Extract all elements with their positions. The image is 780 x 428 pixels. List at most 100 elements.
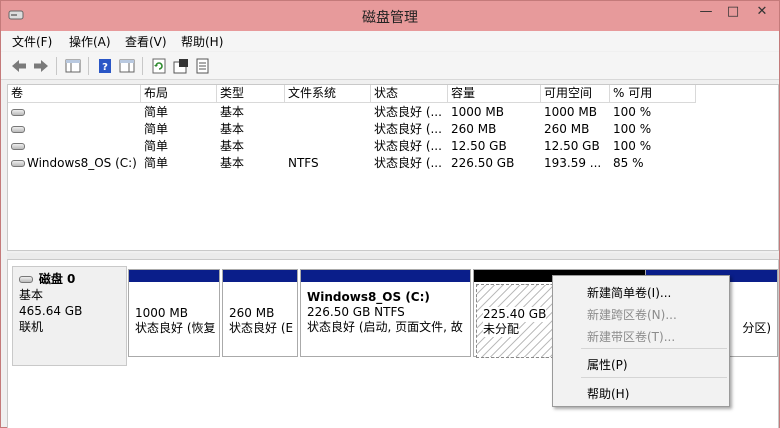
disk-name: 磁盘 0 xyxy=(38,272,76,286)
disk-icon xyxy=(19,276,33,283)
partition-status: 状态良好 (E xyxy=(229,321,294,335)
disk-title: 磁盘 0 xyxy=(19,271,120,287)
volume-name-cell xyxy=(8,104,141,121)
percent-free-cell: 100 % xyxy=(613,105,652,119)
drive-icon xyxy=(11,109,25,116)
menu-action[interactable]: 操作(A) xyxy=(69,33,111,50)
layout-cell: 简单 xyxy=(144,156,169,170)
percent-free-cell: 100 % xyxy=(613,122,652,136)
properties-icon[interactable] xyxy=(172,57,190,75)
title-bar[interactable]: 磁盘管理 — □ ✕ xyxy=(1,1,779,31)
context-menu-separator xyxy=(581,377,727,378)
volume-name-cell: Windows8_OS (C:) xyxy=(8,155,141,172)
column-header-layout[interactable]: 布局 xyxy=(141,85,217,103)
context-menu-new-simple-volume[interactable]: 新建简单卷(I)... xyxy=(587,284,671,301)
table-row[interactable]: 简单 基本 状态良好 (... 12.50 GB 12.50 GB 100 % xyxy=(8,138,778,155)
partition-header-bar xyxy=(301,270,470,282)
console-tree-icon[interactable] xyxy=(64,57,82,75)
svg-text:?: ? xyxy=(102,62,108,73)
column-header-percent-free[interactable]: % 可用 xyxy=(610,85,696,103)
table-row[interactable]: 简单 基本 状态良好 (... 260 MB 260 MB 100 % xyxy=(8,121,778,138)
volume-name: Windows8_OS (C:) xyxy=(27,156,137,170)
partition-status: 状态良好 (恢复 xyxy=(135,321,216,335)
refresh-icon[interactable] xyxy=(150,57,168,75)
close-button[interactable]: ✕ xyxy=(747,1,777,23)
drive-icon xyxy=(11,143,25,150)
minimize-button[interactable]: — xyxy=(691,1,721,23)
partition-status: 未分配 xyxy=(483,322,520,337)
toolbar-separator xyxy=(142,57,143,75)
drive-icon xyxy=(11,160,25,167)
partition-windows-c[interactable]: Windows8_OS (C:) 226.50 GB NTFS 状态良好 (启动… xyxy=(300,269,471,357)
column-header-status[interactable]: 状态 xyxy=(371,85,448,103)
disk-label[interactable]: 磁盘 0 基本 465.64 GB 联机 xyxy=(12,266,127,366)
type-cell: 基本 xyxy=(220,139,245,153)
volume-name-cell xyxy=(8,138,141,155)
context-menu-new-striped-volume[interactable]: 新建带区卷(T)... xyxy=(587,328,675,345)
column-header-volume[interactable]: 卷 xyxy=(8,85,141,103)
partition-status: 状态良好 (启动, 页面文件, 故 xyxy=(307,320,463,334)
capacity-cell: 260 MB xyxy=(451,122,497,136)
context-menu-properties[interactable]: 属性(P) xyxy=(587,356,628,373)
menu-help[interactable]: 帮助(H) xyxy=(181,33,223,50)
context-menu-new-spanned-volume[interactable]: 新建跨区卷(N)... xyxy=(587,306,677,323)
percent-free-cell: 85 % xyxy=(613,156,644,170)
type-cell: 基本 xyxy=(220,122,245,136)
partition-size: 260 MB xyxy=(229,306,275,320)
disk-type: 基本 xyxy=(19,288,44,302)
disk-size: 465.64 GB xyxy=(19,304,83,318)
context-menu-separator xyxy=(581,348,727,349)
layout-cell: 简单 xyxy=(144,105,169,119)
type-cell: 基本 xyxy=(220,156,245,170)
toolbar-separator xyxy=(56,57,57,75)
forward-icon[interactable] xyxy=(32,57,50,75)
drive-icon xyxy=(11,126,25,133)
rescan-icon[interactable] xyxy=(194,57,212,75)
partition-header-bar xyxy=(129,270,219,282)
column-header-filesystem[interactable]: 文件系统 xyxy=(285,85,371,103)
free-space-cell: 193.59 ... xyxy=(544,156,602,170)
partition-size: 1000 MB xyxy=(135,306,188,320)
column-header-free-space[interactable]: 可用空间 xyxy=(541,85,610,103)
filesystem-cell xyxy=(285,104,371,121)
table-row[interactable]: 简单 基本 状态良好 (... 1000 MB 1000 MB 100 % xyxy=(8,104,778,121)
help-icon[interactable]: ? xyxy=(96,57,114,75)
partition-efi[interactable]: 260 MB 状态良好 (E xyxy=(222,269,298,357)
layout-cell: 简单 xyxy=(144,122,169,136)
disk-management-window: 磁盘管理 — □ ✕ 文件(F) 操作(A) 查看(V) 帮助(H) ? 卷 布… xyxy=(0,0,780,428)
status-cell: 状态良好 (... xyxy=(374,122,442,136)
partition-recovery[interactable]: 1000 MB 状态良好 (恢复 xyxy=(128,269,220,357)
capacity-cell: 12.50 GB xyxy=(451,139,507,153)
back-icon[interactable] xyxy=(10,57,28,75)
column-header-capacity[interactable]: 容量 xyxy=(448,85,541,103)
toolbar-separator xyxy=(88,57,89,75)
context-menu: 新建简单卷(I)... 新建跨区卷(N)... 新建带区卷(T)... 属性(P… xyxy=(552,275,730,407)
disk-status: 联机 xyxy=(19,320,44,334)
partition-header-bar xyxy=(223,270,297,282)
type-cell: 基本 xyxy=(220,105,245,119)
partition-body: 260 MB 状态良好 (E xyxy=(223,282,297,336)
partition-name: Windows8_OS (C:) xyxy=(307,290,430,304)
table-row[interactable]: Windows8_OS (C:) 简单 基本 NTFS 状态良好 (... 22… xyxy=(8,155,778,172)
status-cell: 状态良好 (... xyxy=(374,139,442,153)
maximize-button[interactable]: □ xyxy=(718,1,748,23)
volume-list: 卷 布局 类型 文件系统 状态 容量 可用空间 % 可用 简单 基本 状态良好 … xyxy=(7,84,779,251)
percent-free-cell: 100 % xyxy=(613,139,652,153)
free-space-cell: 260 MB xyxy=(544,122,590,136)
filesystem-cell: NTFS xyxy=(288,156,319,170)
free-space-cell: 12.50 GB xyxy=(544,139,600,153)
filesystem-cell xyxy=(285,121,371,138)
free-space-cell: 1000 MB xyxy=(544,105,597,119)
partition-body: 1000 MB 状态良好 (恢复 xyxy=(129,282,219,336)
partition-size: 226.50 GB NTFS xyxy=(307,305,405,319)
context-menu-help[interactable]: 帮助(H) xyxy=(587,385,629,402)
filesystem-cell xyxy=(285,138,371,155)
menu-file[interactable]: 文件(F) xyxy=(12,33,52,50)
menu-bar: 文件(F) 操作(A) 查看(V) 帮助(H) xyxy=(1,31,779,51)
partition-size: 225.40 GB xyxy=(483,307,547,322)
window-title: 磁盘管理 xyxy=(362,10,418,26)
column-header-type[interactable]: 类型 xyxy=(217,85,285,103)
menu-view[interactable]: 查看(V) xyxy=(125,33,167,50)
properties-panel-icon[interactable] xyxy=(118,57,136,75)
volume-name-cell xyxy=(8,121,141,138)
